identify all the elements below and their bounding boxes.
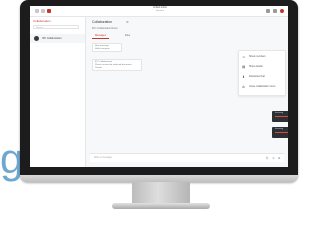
- menu-item-label: Download chat: [249, 75, 265, 78]
- monitor-chin: [20, 175, 298, 182]
- settings-icon[interactable]: ⚙: [126, 20, 129, 24]
- sidebar-item-collaboration-room[interactable]: IPC Collaboration: [30, 34, 85, 43]
- room-subtitle: IPC Collaboration Room: [92, 27, 118, 30]
- people-icon: ☺: [242, 55, 246, 59]
- app-logo-icon: [47, 9, 51, 13]
- menu-item-show-members[interactable]: ☺ Show members: [239, 53, 285, 61]
- message-input[interactable]: Write a message: [94, 156, 112, 160]
- grid-icon[interactable]: [266, 9, 270, 13]
- media-card[interactable]: Incoming: [272, 111, 288, 122]
- emoji-icon[interactable]: ☺: [272, 156, 275, 160]
- forward-icon[interactable]: [41, 9, 45, 13]
- progress-track: [275, 132, 288, 133]
- close-circle-icon: ⊘: [242, 85, 245, 89]
- message-bubble: New message Hello everyone: [92, 43, 122, 52]
- chat-panel: Collaboration ⚙ IPC Collaboration Room M…: [86, 17, 288, 167]
- progress-track: [275, 116, 288, 117]
- menu-item-download-chat[interactable]: ⬇ Download chat: [239, 73, 285, 81]
- monitor-stand: [132, 182, 190, 205]
- sidebar-title: Collaboration: [33, 19, 51, 23]
- avatar: [34, 36, 39, 41]
- menu-item-close-room[interactable]: ⊘ Close collaboration room: [239, 83, 285, 91]
- download-icon: ⬇: [242, 75, 245, 79]
- menu-item-show-details[interactable]: ▤ Show details: [239, 63, 285, 71]
- top-bar: Unified Admin Signed in: [30, 6, 288, 17]
- search-input[interactable]: Search: [33, 25, 79, 29]
- card-label: Incoming: [275, 112, 284, 114]
- tab-files[interactable]: Files: [122, 33, 133, 38]
- monitor-base: [112, 203, 210, 209]
- page-title: Collaboration: [92, 20, 112, 24]
- sidebar-item-label: IPC Collaboration: [42, 37, 62, 40]
- message-composer[interactable]: Write a message ⎘ ☺ ➤: [90, 153, 284, 162]
- menu-item-label: Close collaboration room: [249, 85, 276, 88]
- room-options-menu: ☺ Show members ▤ Show details ⬇ Download…: [238, 50, 286, 96]
- send-icon[interactable]: ➤: [278, 156, 281, 160]
- message-line: Hello everyone: [95, 48, 110, 50]
- media-card[interactable]: Incoming: [272, 127, 288, 138]
- menu-item-label: Show members: [249, 55, 266, 58]
- message-line: Thanks: [95, 67, 103, 69]
- help-icon[interactable]: [273, 9, 277, 13]
- card-label: Incoming: [275, 128, 284, 130]
- sidebar: Collaboration Search IPC Collaboration: [30, 17, 86, 167]
- back-icon[interactable]: [35, 9, 39, 13]
- message-bubble: IPC Collaboration Please review the atta…: [92, 59, 142, 71]
- menu-item-label: Show details: [249, 65, 263, 68]
- monitor-screen: Unified Admin Signed in Collaboration Se…: [30, 6, 288, 167]
- window-subtitle: Signed in: [155, 10, 165, 12]
- attach-icon[interactable]: ⎘: [266, 156, 268, 160]
- tab-messages[interactable]: Messages: [92, 33, 109, 39]
- document-icon: ▤: [242, 65, 246, 69]
- user-avatar-icon[interactable]: [280, 9, 284, 13]
